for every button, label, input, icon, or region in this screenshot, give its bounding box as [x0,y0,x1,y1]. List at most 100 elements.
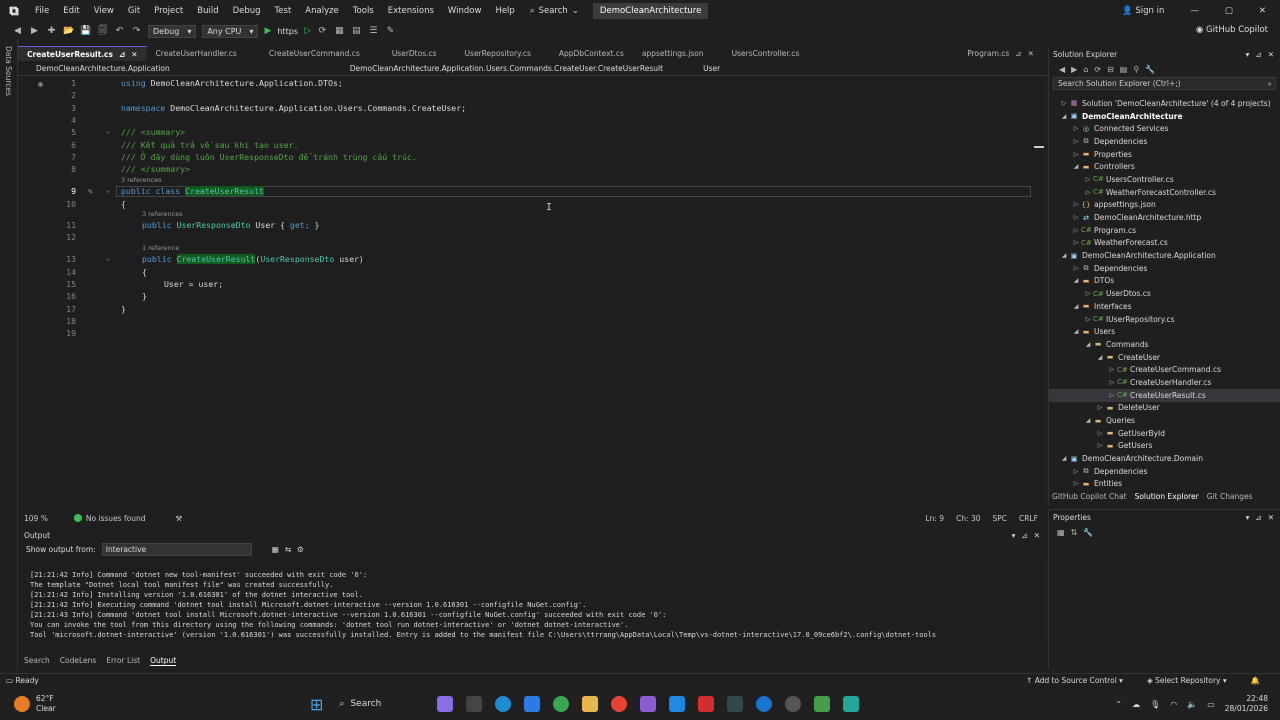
wifi-icon[interactable]: ◠ [1170,700,1177,709]
menu-git[interactable]: Git [121,6,147,16]
tab-appsettings[interactable]: appsettings.json [633,46,713,61]
tab-userrepository[interactable]: UserRepository.cs [456,46,540,61]
tree-item[interactable]: ◢ ▣ DemoCleanArchitecture.Domain [1049,452,1280,465]
tree-item[interactable]: ◢ ▣ DemoCleanArchitecture.Application [1049,249,1280,262]
expanded-arrow-icon[interactable]: ◢ [1071,277,1081,284]
quick-actions-icon[interactable]: ⊕ [38,79,43,89]
sync-icon[interactable]: ⟳ [1094,65,1101,74]
collapsed-arrow-icon[interactable]: ▷ [1071,265,1081,272]
zoom-level[interactable]: 109 % [18,514,48,523]
tree-item[interactable]: ▷ C# UserDtos.cs [1049,287,1280,300]
undo-icon[interactable]: ↶ [114,26,125,36]
tree-item[interactable]: ▷{} appsettings.json [1049,199,1280,212]
menu-file[interactable]: File [28,6,56,16]
clock[interactable]: 22:48 28/01/2026 [1225,694,1268,714]
pin-icon[interactable]: ⊿ [119,50,125,59]
refresh-icon[interactable]: ⟳ [317,26,328,36]
codelens-references[interactable]: 3 references [121,176,162,184]
minimize-button[interactable]: — [1190,6,1199,16]
expanded-arrow-icon[interactable]: ◢ [1071,303,1081,310]
tree-item[interactable]: ▷ ▬ Properties [1049,148,1280,161]
app-chrome-icon[interactable] [553,696,570,712]
new-item-icon[interactable]: ✚ [46,26,57,36]
expanded-arrow-icon[interactable]: ◢ [1095,354,1105,361]
collapsed-arrow-icon[interactable]: ▷ [1095,404,1105,411]
collapsed-arrow-icon[interactable]: ▷ [1071,201,1081,208]
fold-chevron-icon[interactable]: ⌄ [106,127,110,135]
word-wrap-icon[interactable]: ⇆ [285,545,291,554]
weather-widget[interactable]: 62°F Clear [0,694,310,714]
maximize-button[interactable]: ▢ [1225,6,1233,16]
categorized-icon[interactable]: ▦ [1057,528,1065,537]
collapsed-arrow-icon[interactable]: ▷ [1059,100,1069,107]
format-icon[interactable]: ☰ [368,26,379,36]
app-excel-icon[interactable] [814,696,831,712]
app-todo-icon[interactable] [524,696,541,712]
tray-chevron-icon[interactable]: ⌃ [1115,700,1122,709]
tree-item[interactable]: ▷ ⧉ Dependencies [1049,135,1280,148]
tree-item[interactable]: ◢ ▬ Commands [1049,338,1280,351]
output-text[interactable]: [21:21:42 Info] Command 'dotnet new tool… [26,557,1044,641]
collapsed-arrow-icon[interactable]: ▷ [1107,366,1117,373]
tree-item[interactable]: ◢ ▬ Interfaces [1049,300,1280,313]
volume-icon[interactable]: 🔈 [1187,700,1197,709]
pin-icon[interactable]: ⊿ [1021,531,1027,540]
properties-icon[interactable]: 🔧 [1145,65,1155,74]
close-icon[interactable]: ✕ [1028,49,1034,58]
taskbar-search[interactable]: ⌕ Search [333,693,429,715]
tree-item[interactable]: ▷ C# CreateUserResult.cs [1049,388,1280,402]
collapsed-arrow-icon[interactable]: ▷ [1071,125,1081,132]
select-repository-button[interactable]: ◈ Select Repository ▾ [1147,676,1227,685]
edit-pencil-icon[interactable]: ✎ [88,186,93,196]
close-icon[interactable]: ✕ [1268,513,1274,522]
tab-userscontroller[interactable]: UsersController.cs [723,46,809,61]
tree-item[interactable]: ▷ C# WeatherForecast.cs [1049,237,1280,250]
collapsed-arrow-icon[interactable]: ▷ [1071,480,1081,487]
collapsed-arrow-icon[interactable]: ▷ [1083,189,1093,196]
collapsed-arrow-icon[interactable]: ▷ [1071,468,1081,475]
menu-window[interactable]: Window [441,6,489,16]
add-source-control-button[interactable]: ↑ Add to Source Control ▾ [1026,676,1123,685]
clear-all-icon[interactable]: ▦ [272,545,279,554]
tab-createusercommand[interactable]: CreateUserCommand.cs [260,46,369,61]
collapsed-arrow-icon[interactable]: ▷ [1107,392,1117,399]
expanded-arrow-icon[interactable]: ◢ [1059,455,1069,462]
tab-program[interactable]: Program.cs ⊿ ✕ [958,46,1043,61]
collapsed-arrow-icon[interactable]: ▷ [1071,214,1081,221]
sign-in-button[interactable]: 👤 Sign in [1122,6,1164,16]
tree-item[interactable]: ◢ ▣ DemoCleanArchitecture [1049,110,1280,123]
expanded-arrow-icon[interactable]: ◢ [1071,328,1081,335]
run-icon[interactable]: ▶ [264,26,271,36]
tab-git-changes[interactable]: Git Changes [1207,492,1253,501]
comment-icon[interactable]: ✎ [385,26,396,36]
tree-item[interactable]: ◢ ▬ DTOs [1049,275,1280,288]
collapsed-arrow-icon[interactable]: ▷ [1083,316,1093,323]
issues-indicator[interactable]: No issues found [73,514,145,523]
tree-item[interactable]: ▷ C# CreateUserHandler.cs [1049,376,1280,389]
cloud-icon[interactable]: ☁ [1132,700,1140,709]
collapsed-arrow-icon[interactable]: ▷ [1095,442,1105,449]
app-terminal-icon[interactable] [727,696,744,712]
close-window-button[interactable]: ✕ [1259,6,1266,16]
collapsed-arrow-icon[interactable]: ▷ [1107,379,1117,386]
pin-icon[interactable]: ⊿ [1255,513,1261,522]
diagnostics-icon[interactable]: ▦ [334,26,345,36]
project-dropdown[interactable]: DemoCleanArchitecture.Application [18,64,170,73]
open-icon[interactable]: 📂 [63,26,74,36]
tab-appdbcontext[interactable]: AppDbContext.cs [550,46,633,61]
save-icon[interactable]: 💾 [80,26,91,36]
collapse-icon[interactable]: ⊟ [1107,65,1114,74]
github-copilot-button[interactable]: ◉ GitHub Copilot [1196,25,1268,35]
tab-solution-explorer[interactable]: Solution Explorer [1135,492,1199,501]
expanded-arrow-icon[interactable]: ◢ [1059,252,1069,259]
expanded-arrow-icon[interactable]: ◢ [1083,417,1093,424]
battery-icon[interactable]: ▭ [1207,700,1215,709]
windows-start-icon[interactable]: ⊞ [310,695,323,714]
tab-search[interactable]: Search [24,656,50,665]
forward-icon[interactable]: ▶ [1071,65,1077,74]
tree-item[interactable]: ▷ ⧉ Dependencies [1049,465,1280,478]
fold-chevron-icon[interactable]: ⌄ [106,186,110,194]
menu-tools[interactable]: Tools [346,6,381,16]
forward-icon[interactable]: ▶ [29,26,40,36]
tab-createuserresult[interactable]: CreateUserResult.cs ⊿ ✕ [18,46,147,61]
